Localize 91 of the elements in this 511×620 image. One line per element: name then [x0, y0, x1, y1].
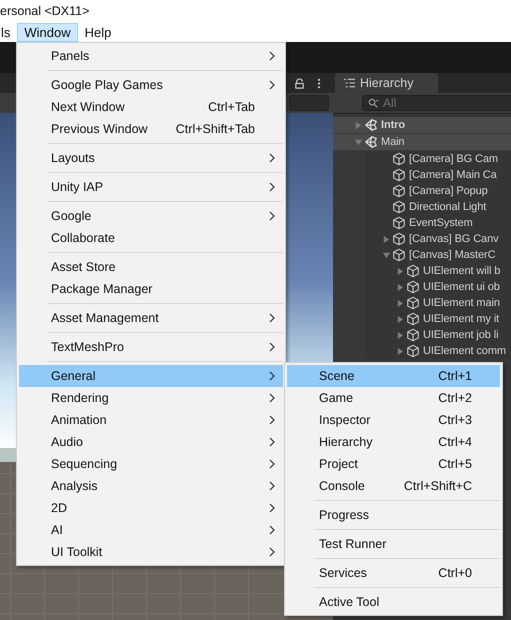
unity-logo-icon: [364, 135, 378, 149]
shortcut-text: Ctrl+1: [438, 369, 472, 383]
menu-item[interactable]: Analysis: [19, 475, 283, 497]
shortcut-text: Ctrl+3: [438, 413, 472, 427]
collapse-arrow-icon[interactable]: [354, 120, 363, 130]
shortcut-text: Ctrl+4: [438, 435, 472, 449]
hierarchy-tab[interactable]: Hierarchy: [335, 73, 438, 93]
hierarchy-item[interactable]: EventSystem: [409, 217, 473, 229]
cube-icon: [406, 296, 420, 310]
lock-icon[interactable]: [294, 78, 305, 88]
menu-item[interactable]: Sequencing: [19, 453, 283, 475]
menu-item[interactable]: Asset Management: [19, 307, 283, 329]
cube-icon: [392, 184, 406, 198]
cube-icon: [392, 152, 406, 166]
collapse-arrow-icon[interactable]: [396, 314, 405, 324]
menu-item[interactable]: Active Tool: [287, 591, 500, 613]
collapse-arrow-icon[interactable]: [396, 282, 405, 292]
hierarchy-item[interactable]: [Canvas] BG Canv: [409, 233, 498, 245]
cube-icon: [406, 264, 420, 278]
menu-item[interactable]: Console Ctrl+Shift+C: [287, 475, 500, 497]
menu-item[interactable]: General: [19, 365, 283, 387]
more-options-icon[interactable]: [317, 78, 321, 88]
shortcut-text: Ctrl+2: [438, 391, 472, 405]
shortcut-text: Ctrl+Shift+C: [404, 479, 472, 493]
menu-item[interactable]: Panels: [19, 45, 283, 67]
window-title: ersonal <DX11>: [0, 4, 90, 18]
hierarchy-item[interactable]: [Camera] Main Ca: [409, 169, 497, 181]
menu-item[interactable]: Game Ctrl+2: [287, 387, 500, 409]
menu-item[interactable]: Project Ctrl+5: [287, 453, 500, 475]
cube-icon: [392, 200, 406, 214]
expand-arrow-icon[interactable]: [382, 250, 391, 260]
menu-item[interactable]: Package Manager: [19, 278, 283, 300]
hierarchy-item[interactable]: UIElement comm: [423, 345, 506, 357]
menu-item[interactable]: Services Ctrl+0: [287, 562, 500, 584]
list-icon: [344, 78, 355, 88]
menu-item[interactable]: UI Toolkit: [19, 541, 283, 563]
collapse-arrow-icon[interactable]: [396, 266, 405, 276]
hierarchy-item[interactable]: UIElement main: [423, 297, 500, 309]
menu-bar-item[interactable]: ls: [0, 22, 18, 42]
shortcut-text: Ctrl+0: [438, 566, 472, 580]
menu-bar-item[interactable]: Window: [17, 22, 78, 42]
shortcut-text: Ctrl+Tab: [208, 100, 255, 114]
cube-icon: [392, 216, 406, 230]
menu-item[interactable]: Asset Store: [19, 256, 283, 278]
expand-arrow-icon[interactable]: [354, 138, 363, 146]
hierarchy-item[interactable]: UIElement will b: [423, 265, 500, 277]
cube-icon: [392, 232, 406, 246]
collapse-arrow-icon[interactable]: [382, 234, 391, 244]
cube-icon: [406, 312, 420, 326]
collapse-arrow-icon[interactable]: [396, 330, 405, 340]
cube-icon: [406, 280, 420, 294]
menu-item[interactable]: Audio: [19, 431, 283, 453]
search-field[interactable]: [289, 95, 329, 111]
menu-item[interactable]: 2D: [19, 497, 283, 519]
menu-item[interactable]: Google Play Games: [19, 74, 283, 96]
menu-item[interactable]: TextMeshPro: [19, 336, 283, 358]
menu-bar-item[interactable]: Help: [78, 22, 118, 42]
menu-item[interactable]: Progress: [287, 504, 500, 526]
unity-logo-icon: [364, 118, 378, 132]
menu-item[interactable]: Layouts: [19, 147, 283, 169]
menu-item[interactable]: Next Window Ctrl+Tab: [19, 96, 283, 118]
hierarchy-item[interactable]: UIElement ui ob: [423, 281, 500, 293]
hierarchy-item[interactable]: UIElement job li: [423, 329, 498, 341]
collapse-arrow-icon[interactable]: [396, 346, 405, 356]
menu-item[interactable]: Animation: [19, 409, 283, 431]
menu-item[interactable]: Scene Ctrl+1: [287, 365, 500, 387]
cube-icon: [392, 168, 406, 182]
hierarchy-item[interactable]: Main: [381, 136, 404, 148]
hierarchy-item[interactable]: Intro: [381, 119, 405, 131]
hierarchy-item[interactable]: [Camera] Popup: [409, 185, 488, 197]
collapse-arrow-icon[interactable]: [396, 298, 405, 308]
hierarchy-item[interactable]: [Camera] BG Cam: [409, 153, 498, 165]
search-field[interactable]: All: [362, 95, 511, 111]
hierarchy-item[interactable]: UIElement my it: [423, 313, 500, 325]
menu-item[interactable]: Hierarchy Ctrl+4: [287, 431, 500, 453]
menu-item[interactable]: AI: [19, 519, 283, 541]
hierarchy-item[interactable]: Directional Light: [409, 201, 486, 213]
menu-item[interactable]: Previous Window Ctrl+Shift+Tab: [19, 118, 283, 140]
menu-item[interactable]: Google: [19, 205, 283, 227]
cube-icon: [406, 328, 420, 342]
menu-item[interactable]: Unity IAP: [19, 176, 283, 198]
search-icon: [368, 98, 379, 108]
menu-item[interactable]: Test Runner: [287, 533, 500, 555]
cube-icon: [392, 248, 406, 262]
menu-item[interactable]: Collaborate: [19, 227, 283, 249]
menu-item[interactable]: Inspector Ctrl+3: [287, 409, 500, 431]
cube-icon: [406, 344, 420, 358]
shortcut-text: Ctrl+Shift+Tab: [176, 122, 255, 136]
menu-item[interactable]: Rendering: [19, 387, 283, 409]
hierarchy-item[interactable]: [Canvas] MasterC: [409, 249, 496, 261]
shortcut-text: Ctrl+5: [438, 457, 472, 471]
